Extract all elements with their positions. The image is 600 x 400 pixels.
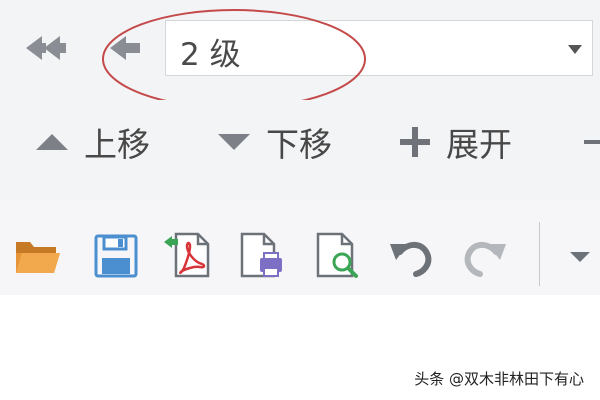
double-arrow-left-icon	[26, 36, 66, 60]
redo-button[interactable]	[458, 230, 510, 280]
preview-search-button[interactable]	[312, 230, 364, 280]
outline-commands-row: 上移 下移 展开	[0, 100, 600, 200]
save-button[interactable]	[90, 230, 142, 280]
screen: 2 级 上移 下移 展开 头条 @双木非林田下有心	[0, 0, 600, 400]
expand-label: 展开	[446, 125, 512, 164]
more-dropdown-button[interactable]	[558, 230, 600, 280]
triangle-down-icon	[218, 134, 250, 150]
level-navigation-row: 2 级	[0, 0, 600, 109]
back-button[interactable]	[22, 28, 68, 68]
level-select[interactable]: 2 级	[165, 20, 593, 76]
open-button[interactable]	[12, 230, 64, 280]
chevron-down-icon[interactable]	[568, 45, 582, 54]
print-preview-icon	[240, 232, 282, 278]
preview-search-icon	[316, 232, 358, 278]
move-down-button[interactable]: 下移	[216, 116, 332, 168]
export-pdf-button[interactable]	[162, 230, 214, 280]
more-dropdown-icon	[570, 252, 590, 262]
export-pdf-icon	[164, 232, 210, 278]
watermark: 头条 @双木非林田下有心	[414, 370, 584, 388]
triangle-up-icon	[36, 134, 68, 150]
print-preview-button[interactable]	[236, 230, 288, 280]
overflow-dash	[584, 140, 600, 144]
level-select-value: 2 级	[180, 37, 241, 73]
undo-icon	[390, 242, 432, 277]
toolbar-divider	[539, 222, 540, 286]
move-up-button[interactable]: 上移	[34, 116, 150, 168]
up-level-button[interactable]	[104, 28, 150, 68]
expand-button[interactable]: 展开	[398, 116, 512, 168]
undo-button[interactable]	[386, 230, 438, 280]
plus-icon	[400, 127, 430, 157]
icon-toolbar	[0, 200, 600, 295]
move-up-label: 上移	[84, 125, 150, 164]
move-down-label: 下移	[266, 125, 332, 164]
folder-open-icon	[16, 242, 60, 273]
save-icon	[94, 234, 138, 278]
arrow-left-icon	[110, 36, 140, 60]
redo-icon	[464, 242, 506, 277]
